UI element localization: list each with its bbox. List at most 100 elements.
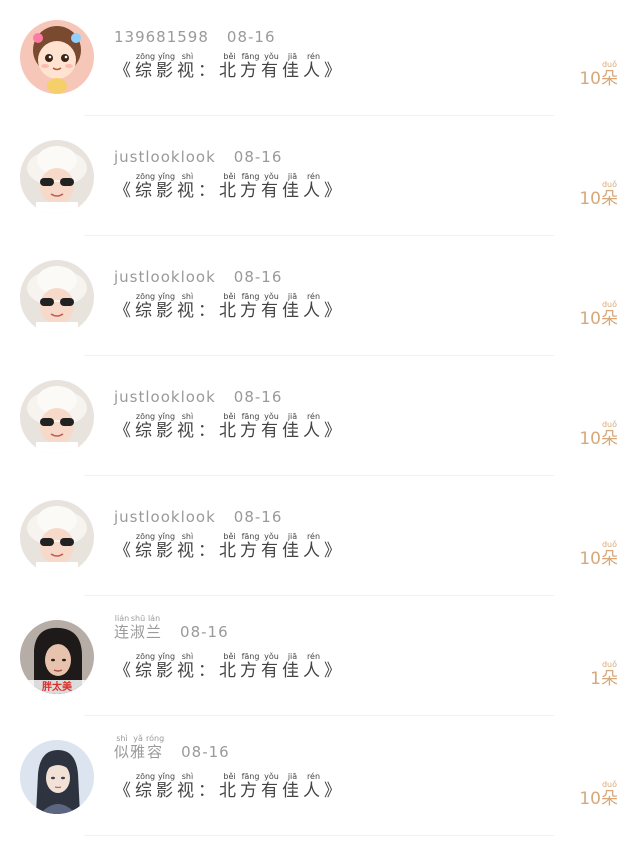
username[interactable]: justlooklook bbox=[114, 388, 216, 406]
ruby-char: 综zōng bbox=[135, 772, 156, 801]
ruby-char: 视shì bbox=[177, 772, 198, 801]
list-item[interactable]: 似shì雅yǎ容róng 08-16 《 综zōng影yǐng视shì： 北běi… bbox=[0, 720, 640, 840]
ruby-char: 北běi bbox=[219, 412, 240, 441]
divider bbox=[84, 235, 554, 236]
user-meta: 似shì雅yǎ容róng 08-16 bbox=[114, 734, 230, 761]
gift-unit: 朵duǒ bbox=[601, 540, 618, 569]
ruby-char: 北běi bbox=[219, 772, 240, 801]
ruby-char: 方fāng bbox=[240, 772, 261, 801]
ruby-char: 视shì bbox=[177, 652, 198, 681]
ruby-char: 视shì bbox=[177, 412, 198, 441]
list-item[interactable]: 139681598 08-16 《 综zōng影yǐng视shì： 北běi方fā… bbox=[0, 0, 640, 120]
gift-unit: 朵duǒ bbox=[601, 60, 618, 89]
avatar[interactable] bbox=[20, 260, 94, 334]
gift-count-value: 10 bbox=[579, 789, 601, 809]
avatar[interactable] bbox=[20, 20, 94, 94]
ruby-char: 综zōng bbox=[135, 412, 156, 441]
ruby-char: ： bbox=[198, 181, 219, 201]
gift-title: 《 综zōng影yǐng视shì： 北běi方fāng有yǒu佳jiā人rén》 bbox=[114, 172, 345, 206]
gift-unit: 朵duǒ bbox=[601, 300, 618, 329]
gift-count-value: 10 bbox=[579, 309, 601, 329]
ruby-char: 方fāng bbox=[240, 652, 261, 681]
username[interactable]: justlooklook bbox=[114, 508, 216, 526]
ruby-char: 人rén bbox=[303, 772, 324, 801]
date: 08-16 bbox=[181, 743, 230, 761]
gift-title: 《 综zōng影yǐng视shì： 北běi方fāng有yǒu佳jiā人rén》 bbox=[114, 52, 345, 86]
ruby-char: 佳jiā bbox=[282, 772, 303, 801]
ruby-char: 北běi bbox=[219, 652, 240, 681]
avatar[interactable]: 胖太美 bbox=[20, 620, 94, 694]
date: 08-16 bbox=[233, 268, 283, 286]
user-meta: justlooklook 08-16 bbox=[114, 267, 282, 291]
username[interactable]: justlooklook bbox=[114, 148, 216, 166]
gift-title: 《 综zōng影yǐng视shì： 北běi方fāng有yǒu佳jiā人rén》 bbox=[114, 532, 345, 566]
ruby-char: 人rén bbox=[303, 52, 324, 81]
ruby-char: 影yǐng bbox=[156, 172, 177, 201]
gift-count: 10朵duǒ bbox=[579, 60, 618, 89]
ruby-char: 人rén bbox=[303, 172, 324, 201]
ruby-char: 方fāng bbox=[240, 172, 261, 201]
gift-count-value: 10 bbox=[579, 429, 601, 449]
gift-count: 10朵duǒ bbox=[579, 180, 618, 209]
gift-title: 《 综zōng影yǐng视shì： 北běi方fāng有yǒu佳jiā人rén》 bbox=[114, 652, 345, 686]
ruby-char: 综zōng bbox=[135, 52, 156, 81]
ruby-char: 北běi bbox=[219, 292, 240, 321]
list-item[interactable]: justlooklook 08-16 《 综zōng影yǐng视shì： 北běi… bbox=[0, 120, 640, 240]
anime-man-avatar-icon bbox=[20, 740, 94, 814]
ruby-char: 》 bbox=[324, 301, 345, 321]
ruby-char: 》 bbox=[324, 781, 345, 801]
ruby-char: 北běi bbox=[219, 52, 240, 81]
ruby-char: 有yǒu bbox=[261, 292, 282, 321]
gift-count-value: 10 bbox=[579, 549, 601, 569]
ruby-char: 人rén bbox=[303, 292, 324, 321]
username[interactable]: 似shì雅yǎ容róng bbox=[114, 734, 164, 761]
ruby-char: 影yǐng bbox=[156, 772, 177, 801]
avatar[interactable] bbox=[20, 740, 94, 814]
username[interactable]: 139681598 bbox=[114, 28, 209, 46]
avatar[interactable] bbox=[20, 380, 94, 454]
gift-title: 《 综zōng影yǐng视shì： 北běi方fāng有yǒu佳jiā人rén》 bbox=[114, 292, 345, 326]
ruby-char: 综zōng bbox=[135, 292, 156, 321]
ruby-char: ： bbox=[198, 61, 219, 81]
ruby-char: ： bbox=[198, 781, 219, 801]
gift-record-list: 139681598 08-16 《 综zōng影yǐng视shì： 北běi方fā… bbox=[0, 0, 640, 843]
date: 08-16 bbox=[180, 623, 229, 641]
gift-count-value: 10 bbox=[579, 69, 601, 89]
ruby-char: 》 bbox=[324, 541, 345, 561]
gift-unit: 朵duǒ bbox=[601, 660, 618, 689]
ruby-char: 《 bbox=[114, 781, 135, 801]
girl-white-hat-avatar-icon bbox=[20, 140, 94, 214]
avatar[interactable] bbox=[20, 140, 94, 214]
ruby-char: 《 bbox=[114, 661, 135, 681]
avatar[interactable] bbox=[20, 500, 94, 574]
ruby-char: 雅yǎ bbox=[130, 734, 147, 761]
ruby-char: 似shì bbox=[114, 734, 131, 761]
divider bbox=[84, 475, 554, 476]
list-item[interactable]: 胖太美 连lián淑shū兰lán 08-16 《 综zōng影yǐng视shì：… bbox=[0, 600, 640, 720]
ruby-char: 方fāng bbox=[240, 412, 261, 441]
list-item[interactable]: justlooklook 08-16 《 综zōng影yǐng视shì： 北běi… bbox=[0, 360, 640, 480]
username[interactable]: 连lián淑shū兰lán bbox=[114, 614, 162, 641]
ruby-char: 佳jiā bbox=[282, 652, 303, 681]
ruby-char: 》 bbox=[324, 181, 345, 201]
ruby-char: 《 bbox=[114, 421, 135, 441]
username[interactable]: justlooklook bbox=[114, 268, 216, 286]
ruby-char: 《 bbox=[114, 301, 135, 321]
user-meta: 连lián淑shū兰lán 08-16 bbox=[114, 614, 229, 641]
user-meta: justlooklook 08-16 bbox=[114, 507, 282, 531]
ruby-char: 有yǒu bbox=[261, 412, 282, 441]
ruby-char: 人rén bbox=[303, 652, 324, 681]
gift-count: 10朵duǒ bbox=[579, 420, 618, 449]
ruby-char: 视shì bbox=[177, 292, 198, 321]
list-item[interactable]: justlooklook 08-16 《 综zōng影yǐng视shì： 北běi… bbox=[0, 240, 640, 360]
ruby-char: 北běi bbox=[219, 532, 240, 561]
ruby-char: 有yǒu bbox=[261, 532, 282, 561]
ruby-char: 淑shū bbox=[130, 614, 147, 641]
ruby-char: 综zōng bbox=[135, 532, 156, 561]
list-item[interactable]: justlooklook 08-16 《 综zōng影yǐng视shì： 北běi… bbox=[0, 480, 640, 600]
date: 08-16 bbox=[226, 28, 276, 46]
ruby-char: 人rén bbox=[303, 412, 324, 441]
ruby-char: 佳jiā bbox=[282, 532, 303, 561]
ruby-char: 佳jiā bbox=[282, 52, 303, 81]
divider bbox=[84, 835, 554, 836]
